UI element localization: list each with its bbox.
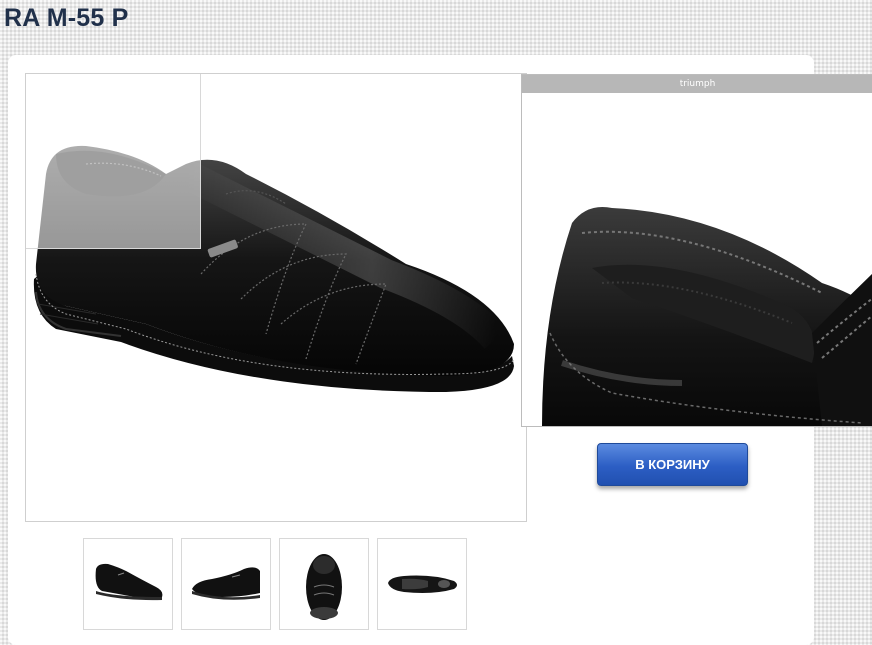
add-to-cart-button[interactable]: В КОРЗИНУ bbox=[597, 443, 748, 486]
main-product-image[interactable] bbox=[25, 73, 527, 522]
thumbnail-side-right[interactable] bbox=[181, 538, 271, 630]
shoe-thumb-icon bbox=[388, 575, 457, 593]
zoomed-shoe-detail bbox=[542, 207, 872, 426]
zoom-caption: triumph bbox=[522, 75, 872, 93]
shoe-thumb-icon bbox=[95, 563, 163, 601]
zoom-lens[interactable] bbox=[26, 74, 201, 249]
shoe-thumb-icon bbox=[306, 554, 342, 620]
zoom-preview: triumph bbox=[521, 74, 872, 427]
thumbnail-side-left[interactable] bbox=[83, 538, 173, 630]
thumbnail-sole[interactable] bbox=[377, 538, 467, 630]
thumbnail-front[interactable] bbox=[279, 538, 369, 630]
shoe-thumb-icon bbox=[192, 567, 260, 600]
product-title: RA M-55 P bbox=[4, 4, 129, 32]
